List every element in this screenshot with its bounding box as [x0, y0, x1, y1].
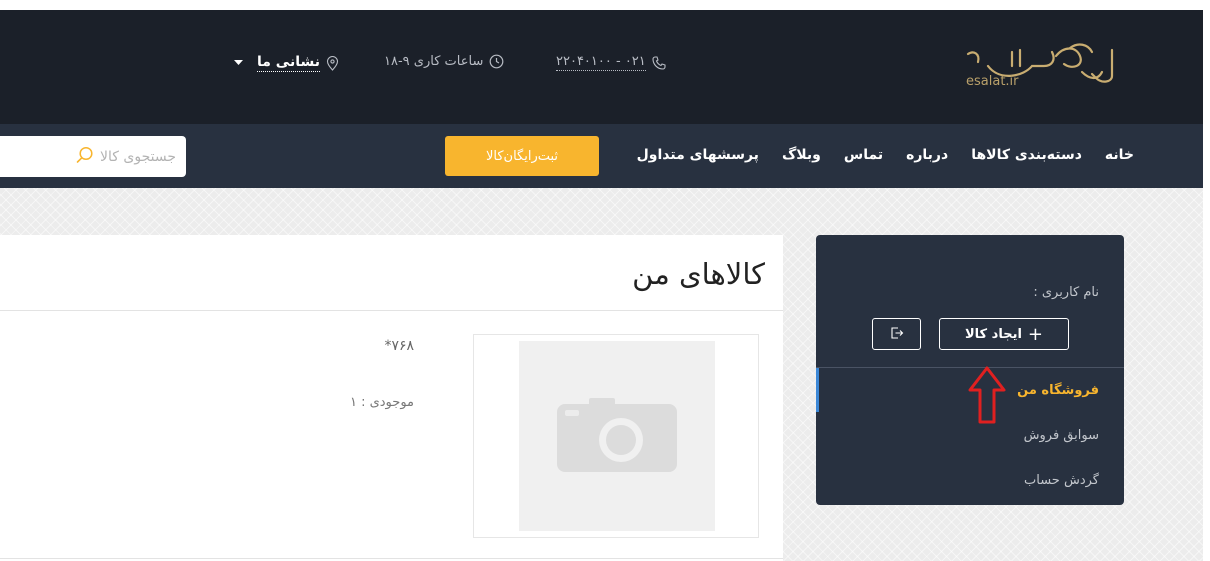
- title-divider: [0, 310, 783, 311]
- nav-links: خانه دسته‌بندی کالاها درباره تماس وبلاگ …: [637, 147, 1134, 163]
- location-pin-icon: [326, 55, 339, 71]
- main-content-panel: کالاهای من ۷۶۸* موجودی : ۱: [0, 235, 783, 561]
- free-register-button[interactable]: ثبت‌رایگان‌کالا: [445, 136, 599, 176]
- search-box[interactable]: جستجوی کالا: [0, 136, 186, 177]
- annotation-arrow-icon: [968, 366, 1006, 428]
- product-image-placeholder: [519, 341, 715, 531]
- address-link: نشانی ما: [257, 54, 320, 72]
- nav-item-blog[interactable]: وبلاگ: [782, 147, 821, 163]
- active-indicator: [816, 368, 819, 412]
- nav-item-categories[interactable]: دسته‌بندی کالاها: [971, 147, 1082, 163]
- header-address[interactable]: نشانی ما: [234, 54, 339, 72]
- logo-mark-icon: [966, 43, 1114, 83]
- plus-icon: +: [1027, 323, 1044, 345]
- page-top-strip: [0, 0, 1210, 10]
- camera-icon: [557, 398, 677, 472]
- header-phone[interactable]: ۰۲۱ - ۲۲۰۴۰۱۰۰: [556, 54, 666, 71]
- working-hours: ساعات کاری ۹-۱۸: [384, 54, 484, 69]
- nav-item-faq[interactable]: پرسشهای متداول: [637, 147, 759, 163]
- header-hours: ساعات کاری ۹-۱۸: [384, 54, 504, 69]
- product-card-image[interactable]: [473, 334, 759, 538]
- create-product-label: ایجاد کالا: [965, 326, 1022, 342]
- site-logo[interactable]: esalat.ir: [952, 36, 1124, 100]
- nav-item-contact[interactable]: تماس: [844, 147, 883, 163]
- product-stock: موجودی : ۱: [349, 395, 414, 410]
- nav-item-about[interactable]: درباره: [906, 147, 948, 163]
- create-product-button[interactable]: + ایجاد کالا: [939, 318, 1069, 350]
- search-icon[interactable]: [76, 146, 94, 168]
- page-right-strip: [1203, 0, 1210, 561]
- logout-button[interactable]: [872, 318, 921, 350]
- search-input[interactable]: جستجوی کالا: [100, 149, 176, 165]
- logout-icon: [890, 325, 904, 344]
- caret-down-icon: [234, 60, 243, 66]
- page-title: کالاهای من: [632, 257, 765, 291]
- sidebar-item-sales-history[interactable]: سوابق فروش: [1024, 428, 1099, 443]
- phone-number: ۰۲۱ - ۲۲۰۴۰۱۰۰: [556, 54, 646, 71]
- clock-icon: [489, 54, 504, 69]
- logo-domain: esalat.ir: [966, 74, 1019, 89]
- phone-icon: [652, 55, 666, 70]
- sidebar-item-my-store[interactable]: فروشگاه من: [1017, 383, 1099, 398]
- content-bottom-divider: [0, 558, 783, 559]
- product-price: ۷۶۸*: [384, 338, 414, 354]
- nav-item-home[interactable]: خانه: [1105, 147, 1134, 163]
- sidebar-item-account-transactions[interactable]: گردش حساب: [1024, 473, 1099, 488]
- username-label: نام کاربری :: [1033, 285, 1099, 300]
